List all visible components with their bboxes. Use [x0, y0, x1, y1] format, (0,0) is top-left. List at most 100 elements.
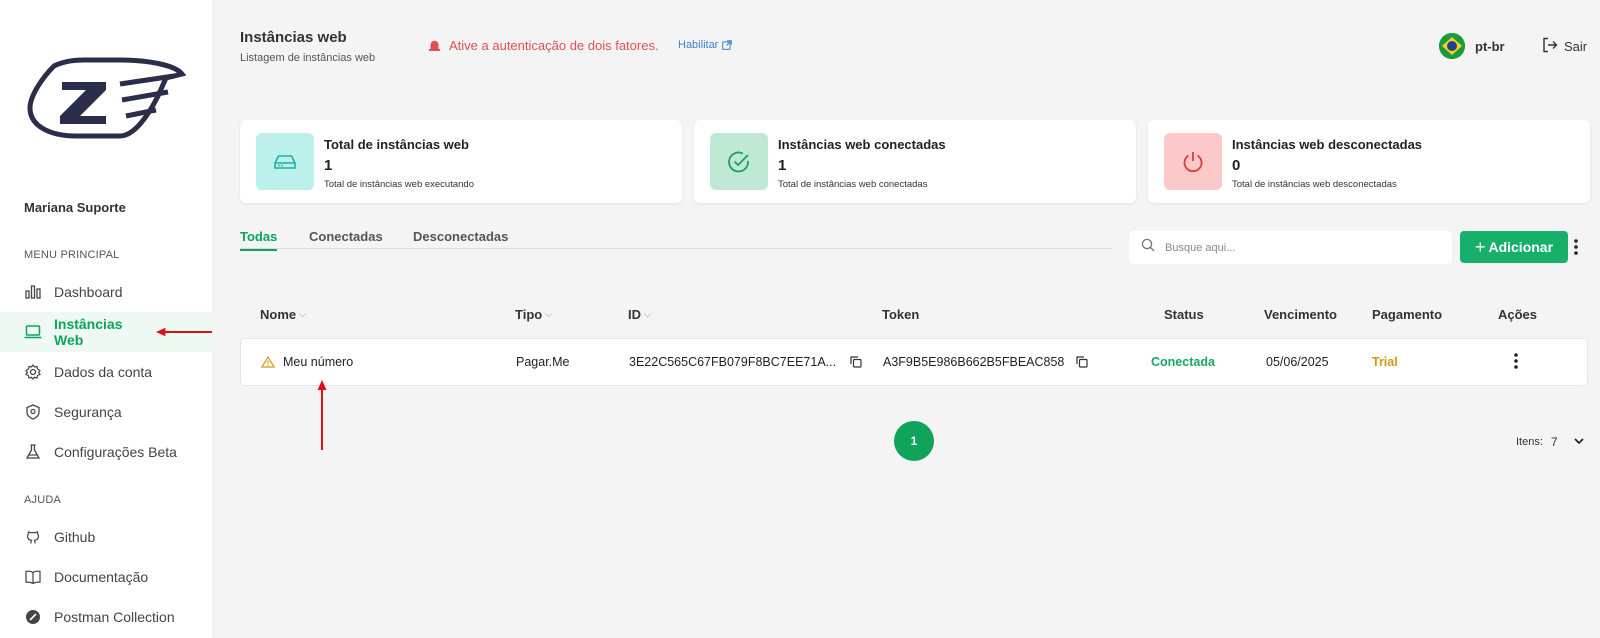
search-icon — [1141, 238, 1155, 257]
cell-name: Meu número — [261, 355, 353, 369]
column-header-label: Vencimento — [1264, 307, 1337, 322]
sidebar-item-label: Configurações Beta — [54, 444, 177, 460]
cell-due-date: 05/06/2025 — [1266, 355, 1329, 369]
stat-card-connected: Instâncias web conectadas 1 Total de ins… — [694, 120, 1136, 203]
column-header-label: Nome — [260, 307, 297, 322]
two-factor-warning-text: Ative a autenticação de dois fatores. — [449, 38, 659, 53]
sidebar-item-beta-settings[interactable]: Configurações Beta — [0, 432, 212, 472]
column-header-name[interactable]: Nome ⌵ — [260, 307, 306, 322]
stat-card-icon-box — [1164, 133, 1222, 190]
status-badge: Conectada — [1151, 355, 1215, 369]
cell-id: 3E22C565C67FB079F8BC7EE71A... — [629, 355, 862, 369]
row-actions-icon[interactable] — [1513, 352, 1519, 370]
sidebar-item-dashboard[interactable]: Dashboard — [0, 272, 212, 312]
book-icon — [24, 568, 42, 586]
z-logo — [27, 57, 186, 139]
annotation-arrow-left — [155, 327, 212, 337]
language-selector[interactable]: pt-br — [1439, 33, 1505, 59]
sidebar-item-label: Postman Collection — [54, 609, 175, 625]
laptop-icon — [24, 323, 42, 341]
instance-id: 3E22C565C67FB079F8BC7EE71A... — [629, 355, 837, 369]
stat-card-value: 1 — [324, 157, 333, 174]
enable-2fa-link[interactable]: Habilitar — [678, 39, 733, 51]
table-row[interactable]: Meu número Pagar.Me 3E22C565C67FB079F8BC… — [240, 338, 1588, 386]
chevron-down-icon — [1574, 436, 1584, 448]
filter-tabs: Todas Conectadas Desconectadas — [240, 229, 1112, 251]
payment-badge: Trial — [1372, 355, 1398, 369]
sidebar-item-label: Documentação — [54, 569, 149, 585]
items-value: 7 — [1550, 435, 1558, 449]
sidebar-item-label: Dados da conta — [54, 364, 153, 380]
stat-card-title: Total de instâncias web — [324, 137, 469, 152]
stat-card-total: Total de instâncias web 1 Total de instâ… — [240, 120, 682, 203]
language-label: pt-br — [1475, 38, 1505, 54]
search-box — [1129, 231, 1452, 264]
search-input[interactable] — [1165, 241, 1425, 254]
shield-icon — [24, 403, 42, 421]
sidebar-item-postman[interactable]: Postman Collection — [0, 597, 212, 637]
plus-icon: + — [1474, 237, 1486, 257]
stat-card-value: 0 — [1232, 157, 1241, 174]
gear-icon — [24, 363, 42, 381]
sidebar-item-web-instances[interactable]: Instâncias Web — [0, 312, 212, 352]
instance-token: A3F9B5E986B662B5FBEAC858 — [883, 355, 1065, 369]
stat-card-disconnected: Instâncias web desconectadas 0 Total de … — [1148, 120, 1590, 203]
stat-card-title: Instâncias web conectadas — [778, 137, 946, 152]
hard-drive-icon — [274, 154, 296, 169]
column-header-label: Status — [1164, 307, 1204, 322]
help-label: AJUDA — [24, 494, 62, 506]
pagination-page-1[interactable]: 1 — [894, 421, 934, 461]
copy-token-icon[interactable] — [1076, 356, 1088, 368]
chart-bars-icon — [24, 283, 42, 301]
power-icon — [1183, 151, 1203, 172]
tab-connected[interactable]: Conectadas — [309, 229, 383, 249]
sidebar-item-documentation[interactable]: Documentação — [0, 557, 212, 597]
column-header-payment: Pagamento — [1372, 307, 1442, 322]
github-icon — [24, 528, 42, 546]
stat-card-icon-box — [256, 133, 314, 190]
stat-card-icon-box — [710, 133, 768, 190]
column-header-label: Token — [882, 307, 920, 322]
add-button-label: Adicionar — [1488, 239, 1554, 255]
page-subtitle: Listagem de instâncias web — [240, 52, 376, 64]
sidebar-item-github[interactable]: Github — [0, 517, 212, 557]
tab-disconnected[interactable]: Desconectadas — [413, 229, 508, 249]
flask-icon — [24, 443, 42, 461]
logout-label: Sair — [1564, 39, 1588, 54]
page-title: Instâncias web — [240, 29, 347, 46]
stat-card-description: Total de instâncias web conectadas — [778, 179, 928, 190]
more-options-icon[interactable] — [1573, 238, 1579, 261]
sort-chevron-icon: ⌵ — [545, 309, 553, 319]
add-instance-button[interactable]: + Adicionar — [1460, 231, 1568, 263]
sidebar-item-account-data[interactable]: Dados da conta — [0, 352, 212, 392]
stat-card-title: Instâncias web desconectadas — [1232, 137, 1423, 152]
logout-icon — [1542, 37, 1558, 56]
postman-icon — [24, 608, 42, 626]
external-link-icon — [722, 40, 733, 50]
column-header-token: Token — [882, 307, 919, 322]
sidebar-item-label: Segurança — [54, 404, 122, 420]
cell-token: A3F9B5E986B662B5FBEAC858 — [883, 355, 1088, 369]
stat-card-description: Total de instâncias web desconectadas — [1232, 179, 1397, 190]
column-header-label: ID — [628, 307, 641, 322]
logout-button[interactable]: Sair — [1542, 37, 1587, 56]
sidebar-item-security[interactable]: Segurança — [0, 392, 212, 432]
sort-chevron-icon: ⌵ — [299, 309, 306, 319]
enable-2fa-label: Habilitar — [678, 39, 719, 51]
instance-name: Meu número — [283, 355, 354, 369]
copy-id-icon[interactable] — [850, 356, 862, 368]
sidebar-item-label: Github — [54, 529, 96, 545]
sidebar-item-label: Dashboard — [54, 284, 123, 300]
warning-triangle-icon — [261, 356, 275, 368]
user-name: Mariana Suporte — [24, 200, 126, 215]
items-per-page[interactable]: Itens: 7 — [1516, 435, 1584, 449]
two-factor-warning: Ative a autenticação de dois fatores. — [428, 38, 659, 53]
column-header-id[interactable]: ID ⌵ — [628, 307, 651, 322]
stat-card-description: Total de instâncias web executando — [324, 179, 474, 190]
brazil-flag-icon — [1439, 33, 1465, 59]
sidebar-item-label: Instâncias Web — [54, 316, 123, 348]
tab-all[interactable]: Todas — [240, 229, 278, 251]
column-header-type[interactable]: Tipo ⌵ — [515, 307, 552, 322]
column-header-actions: Ações — [1498, 307, 1537, 322]
sidebar: Mariana Suporte MENU PRINCIPAL Dashboard… — [0, 0, 212, 638]
